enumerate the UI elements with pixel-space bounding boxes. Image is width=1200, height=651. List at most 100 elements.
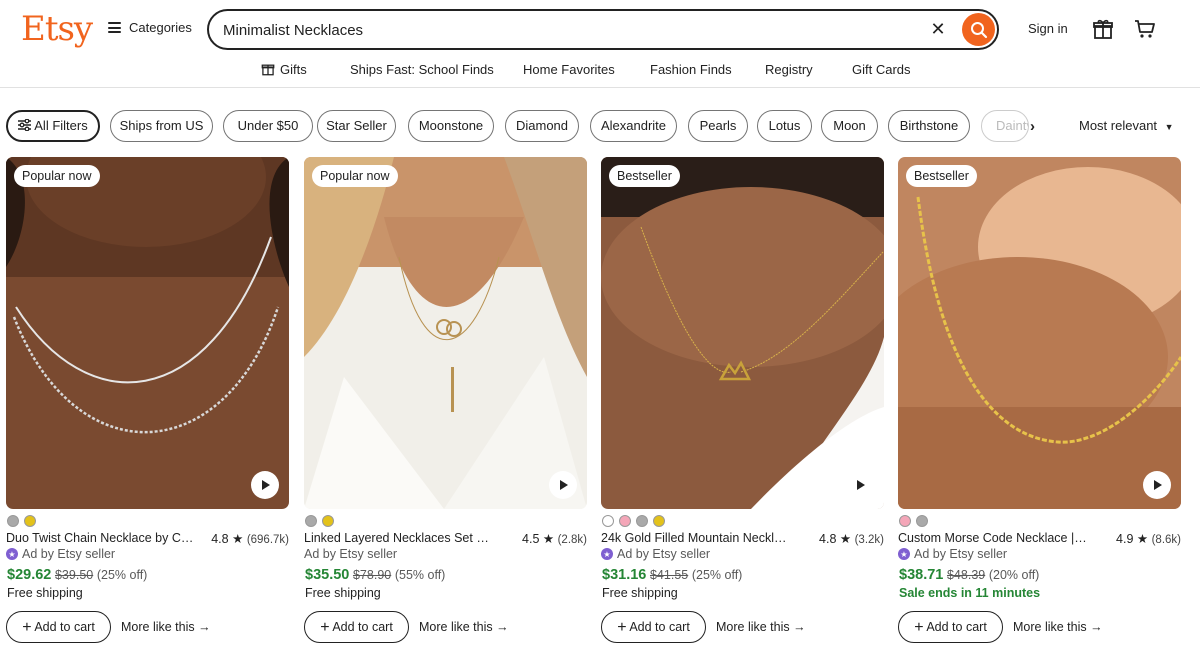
sign-in-link[interactable]: Sign in: [1028, 21, 1068, 36]
add-to-cart-button[interactable]: + Add to cart: [6, 611, 111, 643]
categories-button[interactable]: Categories: [108, 20, 192, 35]
more-like-this-link[interactable]: More like this →: [1013, 620, 1103, 634]
nav-home-favorites[interactable]: Home Favorites: [523, 62, 615, 77]
color-swatch: [653, 515, 665, 527]
menu-icon: [108, 22, 121, 33]
play-video-button[interactable]: [251, 471, 279, 499]
listing-title[interactable]: Linked Layered Necklaces Set of 3: [304, 531, 494, 545]
rating-value: 4.8: [211, 532, 229, 546]
listing-rating: 4.9 ★ (8.6k): [1116, 531, 1181, 546]
plus-icon: +: [617, 619, 627, 636]
ad-label: ★ Ad by Etsy seller: [898, 547, 1007, 561]
more-like-label: More like this: [419, 620, 493, 634]
listing-card[interactable]: Bestseller 24k Gold Filled Mountain Neck…: [601, 157, 884, 643]
shipping-info: Free shipping: [602, 586, 678, 600]
etsy-logo[interactable]: Etsy: [21, 9, 93, 49]
necklace-photo: [601, 157, 884, 509]
shipping-info: Free shipping: [7, 586, 83, 600]
listing-title[interactable]: 24k Gold Filled Mountain Necklace: [601, 531, 791, 545]
discount: (25% off): [96, 568, 148, 582]
filter-chip[interactable]: Pearls: [688, 110, 748, 142]
add-to-cart-button[interactable]: + Add to cart: [898, 611, 1003, 643]
listing-card[interactable]: Popular now Duo Twist Chain Necklace by …: [6, 157, 289, 643]
rating-value: 4.8: [819, 532, 837, 546]
nav-registry[interactable]: Registry: [765, 62, 813, 77]
necklace-photo: [304, 157, 587, 509]
listing-image[interactable]: Popular now: [6, 157, 289, 509]
ad-label: Ad by Etsy seller: [304, 547, 397, 561]
nav-ships-fast[interactable]: Ships Fast: School Finds: [350, 62, 494, 77]
filter-chip[interactable]: Star Seller: [317, 110, 396, 142]
add-to-cart-button[interactable]: + Add to cart: [304, 611, 409, 643]
color-swatches: [305, 515, 334, 527]
filter-chip[interactable]: Lotus: [757, 110, 812, 142]
add-to-cart-label: Add to cart: [629, 620, 690, 634]
all-filters-label: All Filters: [34, 118, 88, 133]
color-swatch: [602, 515, 614, 527]
clear-search-icon[interactable]: ✕: [929, 20, 947, 38]
discount: (25% off): [691, 568, 743, 582]
filter-chip[interactable]: Birthstone: [888, 110, 970, 142]
color-swatch: [305, 515, 317, 527]
play-video-button[interactable]: [549, 471, 577, 499]
plus-icon: +: [22, 619, 32, 636]
star-icon: ★: [1136, 532, 1149, 546]
cart-icon[interactable]: [1134, 18, 1156, 40]
price-row: $29.62 $39.50 (25% off): [7, 567, 147, 583]
scroll-right-icon[interactable]: ›: [1030, 118, 1035, 135]
discount: (55% off): [394, 568, 446, 582]
play-icon: [857, 480, 865, 490]
filter-chip[interactable]: Moonstone: [408, 110, 494, 142]
search-input[interactable]: [223, 19, 903, 41]
listing-title[interactable]: Custom Morse Code Necklace | Gold: [898, 531, 1088, 545]
filter-chip[interactable]: Diamond: [505, 110, 579, 142]
original-price: $78.90: [352, 568, 392, 582]
sale-price: $29.62: [7, 567, 52, 583]
more-like-this-link[interactable]: More like this →: [716, 620, 806, 634]
color-swatches: [899, 515, 928, 527]
arrow-right-icon: →: [496, 620, 509, 634]
all-filters-button[interactable]: All Filters: [6, 110, 100, 142]
add-to-cart-label: Add to cart: [34, 620, 95, 634]
filter-chip[interactable]: Alexandrite: [590, 110, 677, 142]
more-like-this-link[interactable]: More like this →: [419, 620, 509, 634]
color-swatch: [619, 515, 631, 527]
nav-gift-cards[interactable]: Gift Cards: [852, 62, 911, 77]
play-video-button[interactable]: [846, 471, 874, 499]
filter-chip[interactable]: Dainty: [981, 110, 1029, 142]
sort-label: Most relevant: [1079, 118, 1158, 133]
color-swatch: [24, 515, 36, 527]
listing-rating: 4.8 ★ (3.2k): [819, 531, 884, 546]
filter-chip[interactable]: Ships from US: [110, 110, 213, 142]
star-seller-icon: ★: [898, 548, 910, 560]
nav-fashion-finds[interactable]: Fashion Finds: [650, 62, 732, 77]
search-icon: [970, 21, 987, 38]
secondary-nav: Gifts Ships Fast: School Finds Home Favo…: [0, 60, 1200, 80]
listing-card[interactable]: Popular now Linked Layered Necklaces Set…: [304, 157, 587, 643]
filter-bar: All Filters Ships from US Under $50 Star…: [6, 110, 1200, 142]
listing-image[interactable]: Bestseller: [898, 157, 1181, 509]
ad-text: Ad by Etsy seller: [617, 547, 711, 561]
filter-chip[interactable]: Moon: [821, 110, 878, 142]
categories-label: Categories: [129, 20, 192, 35]
price-row: $38.71 $48.39 (20% off): [899, 567, 1039, 583]
filter-chip[interactable]: Under $50: [223, 110, 313, 142]
add-to-cart-button[interactable]: + Add to cart: [601, 611, 706, 643]
listing-image[interactable]: Popular now: [304, 157, 587, 509]
listing-image[interactable]: Bestseller: [601, 157, 884, 509]
discount: (20% off): [988, 568, 1040, 582]
play-icon: [1154, 480, 1162, 490]
more-like-this-link[interactable]: More like this →: [121, 620, 211, 634]
listing-title[interactable]: Duo Twist Chain Necklace by Caitlyn Mini…: [6, 531, 196, 545]
color-swatches: [7, 515, 36, 527]
sale-ends-notice: Sale ends in 11 minutes: [899, 586, 1041, 600]
gift-icon[interactable]: [1092, 18, 1114, 40]
ad-text: Ad by Etsy seller: [22, 547, 116, 561]
sort-dropdown[interactable]: Most relevant ▼: [1079, 118, 1174, 133]
listing-card[interactable]: Bestseller Custom Morse Code Necklace | …: [898, 157, 1181, 643]
play-video-button[interactable]: [1143, 471, 1171, 499]
rating-value: 4.9: [1116, 532, 1134, 546]
search-button[interactable]: [962, 13, 995, 46]
nav-gifts[interactable]: Gifts: [261, 62, 307, 77]
listing-rating: 4.8 ★ (696.7k): [211, 531, 289, 546]
